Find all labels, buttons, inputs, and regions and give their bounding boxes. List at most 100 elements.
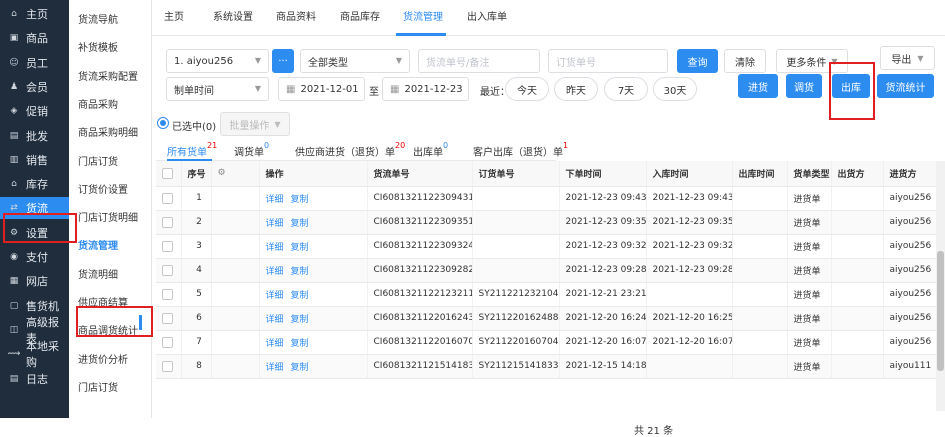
copy-link[interactable]: 复制 — [291, 219, 309, 229]
status-tab-all[interactable]: 所有货单21 — [167, 137, 217, 161]
copy-link[interactable]: 复制 — [291, 339, 309, 349]
sidebar-item-member[interactable]: ♟ 会员 — [0, 76, 69, 98]
table-row[interactable]: 2 详细复制 CI60813211223093517470 2021-12-23 09… — [156, 210, 945, 235]
sidebar-item-gear[interactable]: ⚙ 设置 — [0, 222, 69, 244]
table-row[interactable]: 6 详细复制 CI60813211220162434574SY21122016248… — [156, 306, 945, 331]
copy-link[interactable]: 复制 — [291, 195, 309, 205]
submenu-item[interactable]: 进货价分析 — [78, 351, 128, 366]
sidebar-item-log[interactable]: ▤ 日志 — [0, 368, 69, 390]
order-number-input[interactable]: 订货单号 — [548, 49, 668, 73]
inbound-button[interactable]: 进货 — [738, 74, 778, 98]
status-tab-outbound[interactable]: 出库单0 — [413, 137, 448, 161]
table-row[interactable]: 1 详细复制 CI6081321122309431582​4 2021-12-23 0… — [156, 186, 945, 211]
copy-link[interactable]: 复制 — [291, 315, 309, 325]
status-tab-supplier[interactable]: 供应商进货（退货）单20 — [295, 137, 405, 161]
sidebar-item-home[interactable]: ⌂ 主页 — [0, 3, 69, 25]
detail-link[interactable]: 详细 — [266, 339, 284, 349]
row-checkbox[interactable] — [162, 312, 173, 324]
copy-link[interactable]: 复制 — [291, 291, 309, 301]
sidebar-item-flow[interactable]: ⇄ 货流 — [0, 197, 69, 220]
detail-link[interactable]: 详细 — [266, 315, 284, 325]
detail-link[interactable]: 详细 — [266, 195, 284, 205]
status-tab-transfer[interactable]: 调货单0 — [234, 137, 269, 161]
table-row[interactable]: 5 详细复制 CI60813211221232111015SY21122123210… — [156, 282, 945, 307]
sidebar-item-purchase[interactable]: ⟿ 本地采购 — [0, 340, 69, 369]
type-select[interactable]: 全部类型 ▼ — [300, 49, 410, 73]
today-button[interactable]: 今天 — [505, 77, 549, 101]
submenu-item[interactable]: 商品采购 — [78, 96, 118, 111]
tab-system-settings[interactable]: 系统设置 — [213, 0, 253, 36]
sidebar-item-pay[interactable]: ◉ 支付 — [0, 246, 69, 268]
row-checkbox[interactable] — [162, 240, 173, 252]
row-checkbox[interactable] — [162, 360, 173, 372]
export-button[interactable]: 导出 ▼ — [880, 46, 935, 70]
more-conditions-button[interactable]: 更多条件 ▼ — [776, 49, 848, 73]
submenu-item[interactable]: 门店订货 — [78, 153, 118, 168]
sidebar-item-wholesale[interactable]: ▤ 批发 — [0, 125, 69, 147]
header-settings[interactable]: ⚙ — [211, 161, 260, 187]
submenu-item[interactable]: 货流管理 — [78, 237, 118, 252]
submenu-item[interactable]: 订货价设置 — [78, 181, 128, 196]
table-row[interactable]: 8 详细复制 CI60813211215141836503SY21121514183… — [156, 354, 945, 379]
row-no: 3 — [181, 234, 212, 259]
table-row[interactable]: 3 详细复制 CI60813211223093246438 2021-12-23 09… — [156, 234, 945, 259]
clear-button[interactable]: 清除 — [724, 49, 766, 73]
detail-link[interactable]: 详细 — [266, 363, 284, 373]
detail-link[interactable]: 详细 — [266, 291, 284, 301]
submenu-item[interactable]: 货流导航 — [78, 11, 118, 26]
outbound-button[interactable]: 出库 — [832, 74, 870, 98]
status-tab-customer[interactable]: 客户出库（退货）单1 — [473, 137, 568, 161]
tab-goods-stock[interactable]: 商品库存 — [340, 0, 380, 36]
copy-link[interactable]: 复制 — [291, 243, 309, 253]
row-checkbox[interactable] — [162, 216, 173, 228]
sidebar-item-goods[interactable]: ▣ 商品 — [0, 27, 69, 49]
table-vertical-scrollbar[interactable] — [936, 161, 945, 411]
detail-link[interactable]: 详细 — [266, 219, 284, 229]
tab-goods-info[interactable]: 商品资料 — [276, 0, 316, 36]
query-button[interactable]: 查询 — [677, 49, 718, 73]
row-checkbox[interactable] — [162, 264, 173, 276]
date-from-input[interactable]: ▦ 2021-12-01 — [278, 77, 365, 101]
detail-link[interactable]: 详细 — [266, 267, 284, 277]
time-type-select[interactable]: 制单时间 ▼ — [166, 77, 269, 101]
batch-action-button[interactable]: 批量操作 ▼ — [220, 112, 290, 136]
date-to-input[interactable]: ▦ 2021-12-23 — [382, 77, 469, 101]
sidebar-item-stock[interactable]: ⌂ 库存 — [0, 173, 69, 195]
row-checkbox[interactable] — [162, 336, 173, 348]
flow-stats-button[interactable]: 货流统计 — [877, 74, 934, 98]
submenu-item[interactable]: 补货模板 — [78, 39, 118, 54]
submenu-item[interactable]: 供应商结算 — [78, 294, 128, 309]
submenu-item[interactable]: 货流明细 — [78, 266, 118, 281]
table-row[interactable]: 4 详细复制 CI60813211223092820288 2021-12-23 09… — [156, 258, 945, 283]
header-checkbox[interactable] — [156, 161, 182, 187]
7-days-button[interactable]: 7天 — [604, 77, 648, 101]
copy-link[interactable]: 复制 — [291, 363, 309, 373]
scrollbar-thumb[interactable] — [937, 251, 944, 371]
table-row[interactable]: 7 详细复制 CI60813211220160707538SY21122016070… — [156, 330, 945, 355]
submenu-item[interactable]: 商品采购明细 — [78, 124, 138, 139]
submenu-item[interactable]: 门店订货 — [78, 379, 118, 394]
store-more-button[interactable]: ··· — [272, 49, 294, 73]
sidebar-item-staff[interactable]: ☺ 员工 — [0, 52, 69, 74]
sidebar-item-promo[interactable]: ◈ 促销 — [0, 100, 69, 122]
transfer-button[interactable]: 调货 — [786, 74, 822, 98]
tab-flow-management[interactable]: 货流管理 — [403, 0, 443, 36]
flow-number-input[interactable]: 货流单号/备注 — [418, 49, 540, 73]
sidebar-item-sales[interactable]: ▥ 销售 — [0, 149, 69, 171]
30-days-button[interactable]: 30天 — [653, 77, 697, 101]
yesterday-button[interactable]: 昨天 — [554, 77, 598, 101]
detail-link[interactable]: 详细 — [266, 243, 284, 253]
sidebar-item-shop[interactable]: ▦ 网店 — [0, 270, 69, 292]
store-select[interactable]: 1. aiyou256 ▼ — [166, 49, 269, 73]
select-all-radio[interactable] — [157, 117, 169, 129]
submenu-item[interactable]: 货流采购配置 — [78, 68, 138, 83]
tab-in-out-orders[interactable]: 出入库单 — [467, 0, 507, 36]
select-all-checkbox[interactable] — [162, 167, 173, 179]
row-checkbox[interactable] — [162, 192, 173, 204]
wrench-icon[interactable]: ⚙ — [218, 168, 226, 178]
submenu-item[interactable]: 门店订货明细 — [78, 209, 138, 224]
submenu-item[interactable]: 商品调货统计 — [78, 322, 138, 337]
row-checkbox[interactable] — [162, 288, 173, 300]
tab-home[interactable]: 主页 — [164, 0, 184, 36]
copy-link[interactable]: 复制 — [291, 267, 309, 277]
